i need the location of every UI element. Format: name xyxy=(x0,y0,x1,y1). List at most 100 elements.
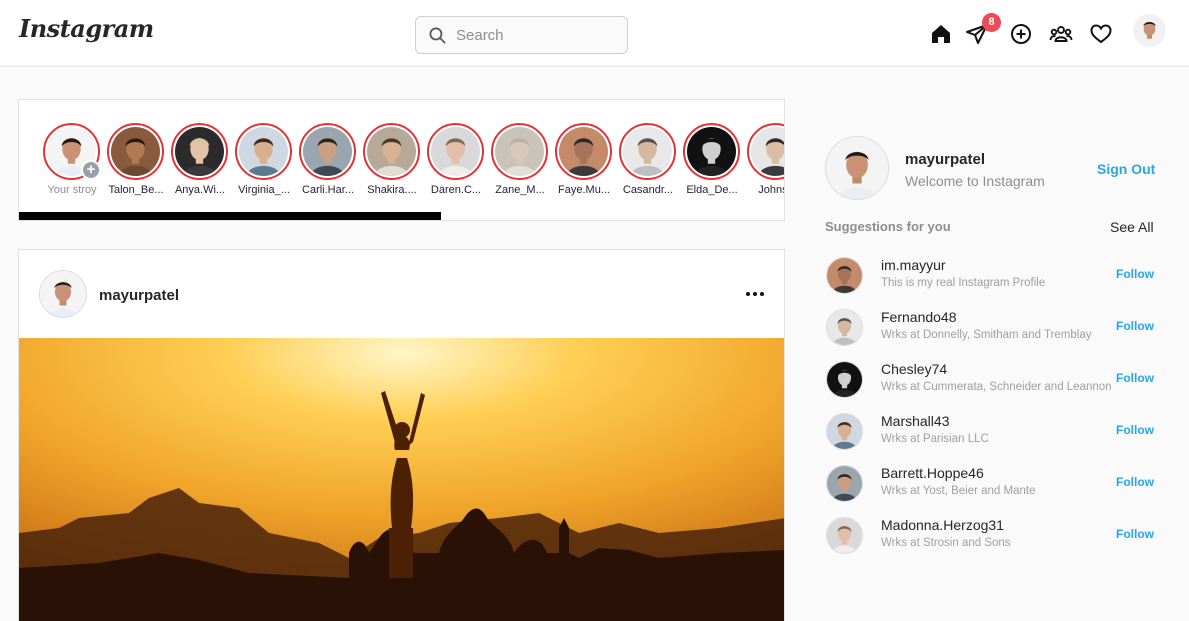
avatar xyxy=(687,127,736,176)
story-item[interactable]: Daren.C... xyxy=(427,123,485,196)
suggestion-subtitle: Wrks at Yost, Beier and Mante xyxy=(881,485,1036,497)
story-ring[interactable] xyxy=(299,123,356,180)
story-username: Faye.Mu... xyxy=(558,184,610,196)
suggestion-avatar[interactable] xyxy=(826,517,863,554)
instagram-logo[interactable]: Instagram xyxy=(19,14,154,43)
story-ring[interactable] xyxy=(683,123,740,180)
more-options-icon xyxy=(746,292,764,296)
post-options-button[interactable] xyxy=(745,286,765,302)
avatar xyxy=(559,127,608,176)
avatar xyxy=(827,362,862,397)
suggestion-username[interactable]: im.mayyur xyxy=(881,257,946,273)
story-item[interactable]: Elda_De... xyxy=(683,123,741,196)
story-ring[interactable] xyxy=(427,123,484,180)
suggestion-item: Fernando48 Wrks at Donnelly, Smitham and … xyxy=(826,309,1156,349)
suggestion-avatar[interactable] xyxy=(826,257,863,294)
story-avatar xyxy=(239,127,288,176)
story-ring[interactable] xyxy=(555,123,612,180)
follow-button[interactable]: Follow xyxy=(1116,423,1154,437)
story-item[interactable]: Carli.Har... xyxy=(299,123,357,196)
story-username: Daren.C... xyxy=(430,184,482,196)
post-author-avatar[interactable] xyxy=(39,270,87,318)
story-avatar xyxy=(303,127,352,176)
suggestion-avatar[interactable] xyxy=(826,413,863,450)
story-avatar xyxy=(367,127,416,176)
story-item[interactable]: Casandr... xyxy=(619,123,677,196)
avatar xyxy=(495,127,544,176)
story-ring[interactable] xyxy=(747,123,784,180)
story-username: Anya.Wi... xyxy=(174,184,226,196)
search-input[interactable] xyxy=(456,26,606,44)
story-username: Virginia_... xyxy=(238,184,290,196)
profile-avatar-button[interactable] xyxy=(1133,14,1166,47)
story-username: Zane_M... xyxy=(495,184,545,196)
suggestion-avatar[interactable] xyxy=(826,465,863,502)
suggestion-username[interactable]: Chesley74 xyxy=(881,361,947,377)
suggestion-item: im.mayyur This is my real Instagram Profi… xyxy=(826,257,1156,297)
story-item[interactable]: Anya.Wi... xyxy=(171,123,229,196)
suggestion-subtitle: Wrks at Donnelly, Smitham and Tremblay xyxy=(881,329,1092,341)
follow-button[interactable]: Follow xyxy=(1116,371,1154,385)
suggestion-item: Barrett.Hoppe46 Wrks at Yost, Beier and M… xyxy=(826,465,1156,505)
suggestion-subtitle: Wrks at Cummerata, Schneider and Leannon xyxy=(881,381,1112,393)
story-avatar xyxy=(111,127,160,176)
explore-people-button[interactable] xyxy=(1049,22,1073,46)
suggestion-avatar[interactable] xyxy=(826,361,863,398)
sign-out-button[interactable]: Sign Out xyxy=(1097,161,1155,177)
home-button[interactable] xyxy=(929,22,953,46)
suggestion-username[interactable]: Barrett.Hoppe46 xyxy=(881,465,984,481)
avatar xyxy=(751,127,784,176)
story-ring[interactable] xyxy=(363,123,420,180)
post-author-username[interactable]: mayurpatel xyxy=(99,287,179,304)
activity-heart-icon xyxy=(1090,24,1112,44)
follow-button[interactable]: Follow xyxy=(1116,527,1154,541)
new-post-button[interactable] xyxy=(1009,22,1033,46)
avatar xyxy=(1133,14,1166,47)
suggestion-subtitle: Wrks at Parisian LLC xyxy=(881,433,989,445)
story-item[interactable]: + Your stroy xyxy=(43,123,101,196)
story-avatar xyxy=(687,127,736,176)
suggestion-avatar[interactable] xyxy=(826,309,863,346)
search-box[interactable] xyxy=(415,16,628,54)
activity-button[interactable] xyxy=(1089,22,1113,46)
avatar xyxy=(827,466,862,501)
suggestion-subtitle: Wrks at Strosin and Sons xyxy=(881,537,1011,549)
suggestion-username[interactable]: Madonna.Herzog31 xyxy=(881,517,1004,533)
current-user-username[interactable]: mayurpatel xyxy=(905,151,985,168)
story-item[interactable]: Faye.Mu... xyxy=(555,123,613,196)
story-ring[interactable] xyxy=(491,123,548,180)
add-story-icon[interactable]: + xyxy=(81,160,101,180)
suggestion-username[interactable]: Fernando48 xyxy=(881,309,957,325)
story-ring[interactable] xyxy=(171,123,228,180)
story-ring[interactable]: + xyxy=(43,123,101,180)
avatar xyxy=(827,310,862,345)
avatar xyxy=(827,414,862,449)
current-user-avatar[interactable] xyxy=(825,136,889,200)
suggestion-username[interactable]: Marshall43 xyxy=(881,413,949,429)
story-ring[interactable] xyxy=(235,123,292,180)
follow-button[interactable]: Follow xyxy=(1116,319,1154,333)
story-item[interactable]: Talon_Be... xyxy=(107,123,165,196)
story-item[interactable]: Zane_M... xyxy=(491,123,549,196)
messages-badge: 8 xyxy=(982,13,1001,32)
follow-button[interactable]: Follow xyxy=(1116,267,1154,281)
avatar xyxy=(826,137,888,199)
story-ring[interactable] xyxy=(619,123,676,180)
follow-button[interactable]: Follow xyxy=(1116,475,1154,489)
story-item[interactable]: Shakira.... xyxy=(363,123,421,196)
stories-scroll-indicator[interactable] xyxy=(19,212,441,220)
story-avatar xyxy=(623,127,672,176)
story-avatar xyxy=(175,127,224,176)
story-item[interactable]: Virginia_... xyxy=(235,123,293,196)
post-image[interactable] xyxy=(19,338,784,621)
suggestion-item: Chesley74 Wrks at Cummerata, Schneider an… xyxy=(826,361,1156,401)
top-navigation-bar: Instagram 8 xyxy=(0,0,1189,67)
story-item[interactable]: Johnso xyxy=(747,123,784,196)
see-all-link[interactable]: See All xyxy=(1110,219,1154,235)
suggestion-item: Marshall43 Wrks at Parisian LLC Follow xyxy=(826,413,1156,453)
story-avatar xyxy=(559,127,608,176)
story-ring[interactable] xyxy=(107,123,164,180)
explore-people-icon xyxy=(1049,26,1073,42)
story-username: Elda_De... xyxy=(686,184,738,196)
avatar xyxy=(111,127,160,176)
